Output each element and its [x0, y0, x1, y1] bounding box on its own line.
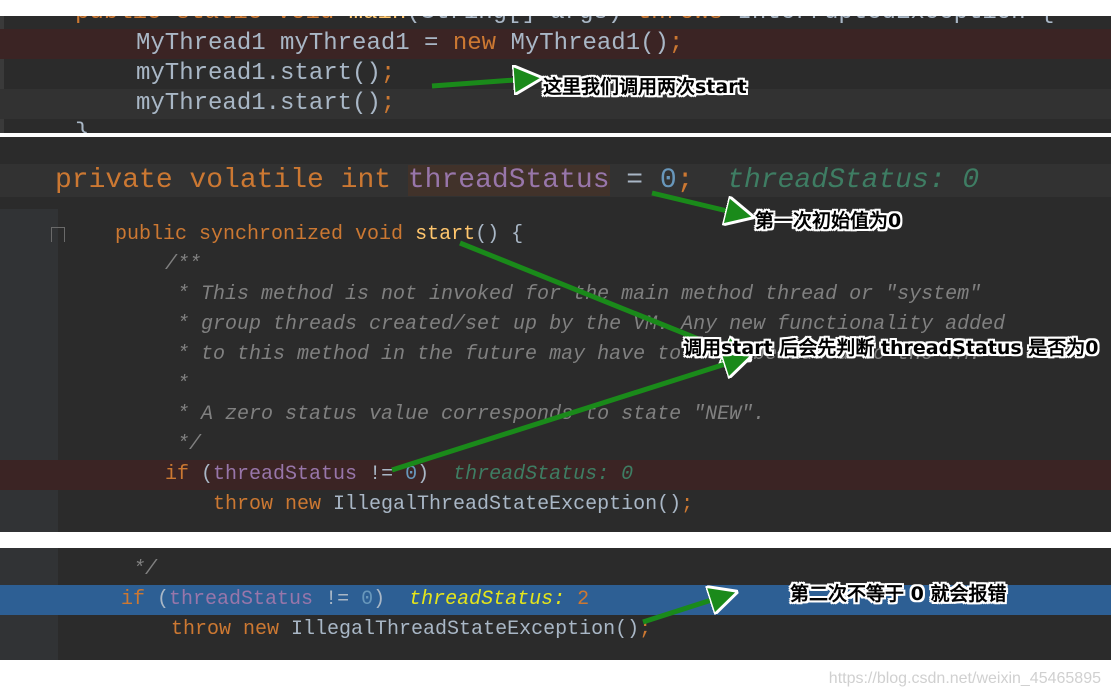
code-token: InterruptedException {: [738, 16, 1055, 26]
code-line[interactable]: public static void main(String[] args) t…: [0, 16, 1111, 28]
code-line[interactable]: * A zero status value corresponds to sta…: [0, 400, 1111, 430]
code-line[interactable]: public synchronized void start() {: [0, 220, 1111, 250]
code-token: (String[] args): [406, 16, 636, 26]
code-token: !=: [313, 588, 362, 611]
code-token: *: [165, 373, 190, 396]
code-token: start: [415, 223, 476, 246]
code-token: threadStatus:: [385, 588, 578, 611]
code-token: myThread1.start(): [136, 60, 381, 87]
annotation-second-error: 第二次不等于 0 就会报错: [790, 583, 1007, 605]
code-token: =: [609, 165, 660, 196]
annotation-check-status: 调用start 后会先判断 threadStatus 是否为0: [683, 337, 1099, 359]
code-token: ;: [681, 493, 694, 516]
code-token: (: [201, 463, 214, 486]
code-token: 0: [405, 463, 418, 486]
code-token: threadStatus: 0: [429, 463, 634, 486]
code-line[interactable]: */: [0, 430, 1111, 460]
code-token: ;: [668, 30, 684, 57]
code-token: ;: [676, 165, 694, 196]
code-token: MyThread1 myThread1 =: [136, 30, 453, 57]
watermark: https://blog.csdn.net/weixin_45465895: [828, 670, 1101, 687]
code-token: throw new: [171, 618, 292, 641]
code-token: ;: [380, 90, 396, 117]
code-token: public synchronized void: [115, 223, 416, 246]
code-line[interactable]: * This method is not invoked for the mai…: [0, 280, 1111, 310]
code-line[interactable]: throw new IllegalThreadStateException();: [0, 615, 1111, 645]
annotation-initial-value: 第一次初始值为0: [755, 210, 902, 232]
code-token: 2: [577, 588, 590, 611]
code-token: threadStatus: [169, 588, 314, 611]
code-token: public static void: [75, 16, 349, 26]
code-token: threadStatus: [407, 165, 610, 196]
code-line[interactable]: throw new IllegalThreadStateException();: [0, 490, 1111, 520]
code-token: */: [165, 433, 202, 456]
code-line[interactable]: private volatile int threadStatus = 0; t…: [0, 164, 1111, 197]
code-token: IllegalThreadStateException(): [333, 493, 682, 516]
code-token: * This method is not invoked for the mai…: [165, 283, 982, 306]
code-token: if: [121, 588, 158, 611]
code-token: if: [165, 463, 202, 486]
code-token: throw new: [213, 493, 334, 516]
code-token: () {: [475, 223, 524, 246]
code-token: }: [75, 120, 89, 133]
code-token: */: [121, 558, 158, 581]
code-line[interactable]: MyThread1 myThread1 = new MyThread1();: [0, 29, 1111, 59]
code-token: MyThread1(): [510, 30, 669, 57]
code-token: throws: [637, 16, 738, 26]
code-token: ;: [380, 60, 396, 87]
code-line[interactable]: *: [0, 370, 1111, 400]
code-token: ): [417, 463, 430, 486]
annotation-call-start-twice: 这里我们调用两次start: [543, 76, 747, 98]
code-token: new: [452, 30, 511, 57]
code-token: ;: [639, 618, 652, 641]
code-token: !=: [357, 463, 406, 486]
code-line[interactable]: }: [0, 119, 1111, 133]
code-token: threadStatus: 0: [693, 165, 980, 196]
code-token: 0: [361, 588, 374, 611]
code-token: /**: [165, 253, 202, 276]
code-token: myThread1.start(): [136, 90, 381, 117]
code-token: threadStatus: [213, 463, 358, 486]
code-token: private volatile int: [55, 165, 408, 196]
code-token: main: [349, 16, 407, 26]
code-line[interactable]: /**: [0, 250, 1111, 280]
code-token: IllegalThreadStateException(): [291, 618, 640, 641]
code-token: (: [157, 588, 170, 611]
code-token: ): [373, 588, 386, 611]
code-token: * A zero status value corresponds to sta…: [165, 403, 766, 426]
code-line[interactable]: if (threadStatus != 0) threadStatus: 0: [0, 460, 1111, 490]
code-token: 0: [659, 165, 677, 196]
